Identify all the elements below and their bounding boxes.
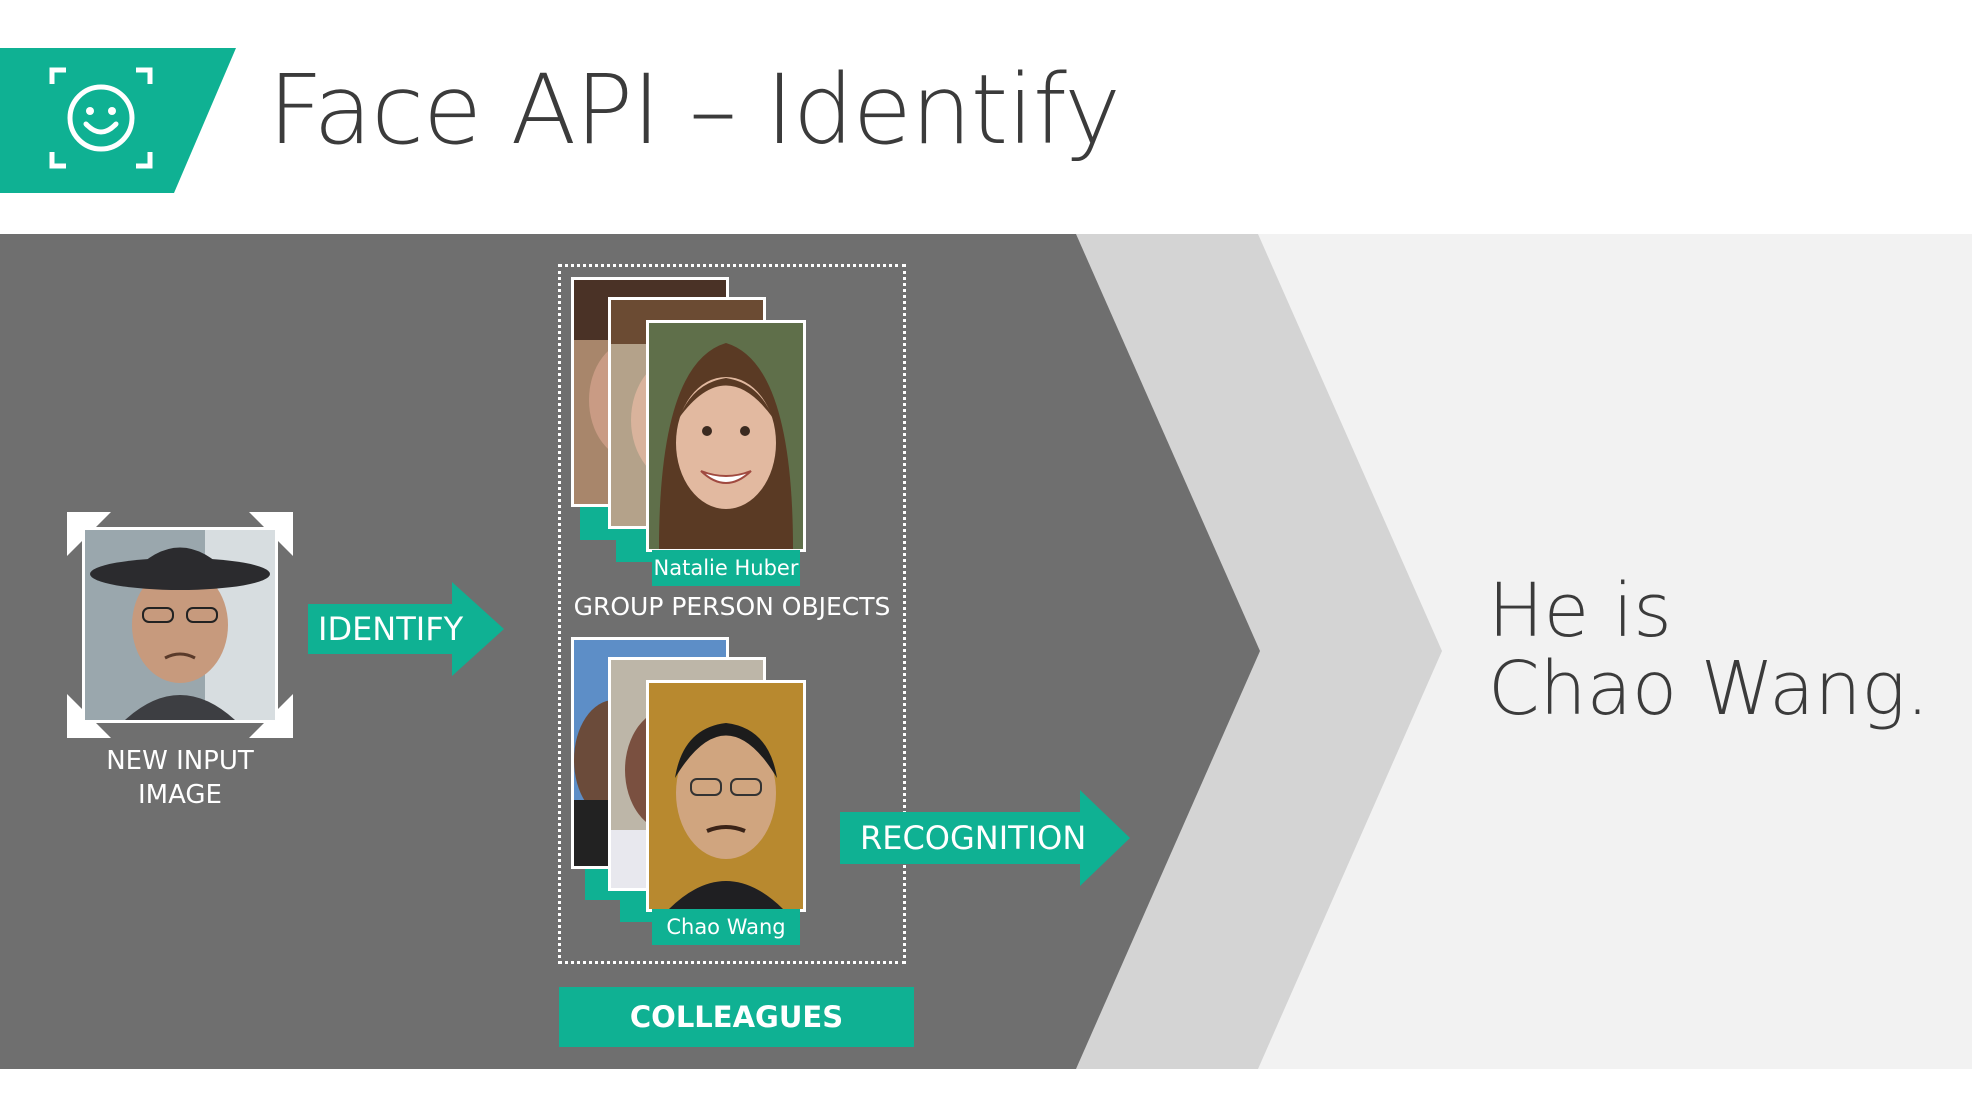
- recognition-arrow: RECOGNITION: [840, 790, 1130, 886]
- identify-arrow-label: IDENTIFY: [318, 610, 464, 648]
- input-label-line1: NEW INPUT: [106, 746, 254, 776]
- identify-arrow: IDENTIFY: [308, 582, 504, 676]
- person-bottom-name-tag: Chao Wang: [652, 909, 800, 945]
- result-text: He is Chao Wang.: [1488, 572, 1929, 728]
- group-person-label: GROUP PERSON OBJECTS: [573, 592, 891, 621]
- person-top-photo-front: [646, 320, 806, 552]
- colleagues-group-label: COLLEAGUES: [559, 987, 914, 1047]
- input-face-photo: [82, 527, 278, 723]
- result-line1: He is: [1488, 568, 1672, 654]
- person-top-name-tag: Natalie Huber: [652, 550, 800, 586]
- result-line2: Chao Wang.: [1488, 646, 1930, 732]
- logo-banner: [0, 48, 240, 193]
- face-scan-logo: [0, 48, 236, 193]
- input-label-line2: IMAGE: [137, 780, 222, 810]
- page-title: Face API – Identify: [268, 54, 1121, 166]
- recognition-arrow-label: RECOGNITION: [860, 819, 1087, 857]
- input-image-frame: [67, 512, 293, 738]
- input-image-label: NEW INPUT IMAGE: [60, 744, 300, 812]
- person-bottom-photo-front: [646, 680, 806, 912]
